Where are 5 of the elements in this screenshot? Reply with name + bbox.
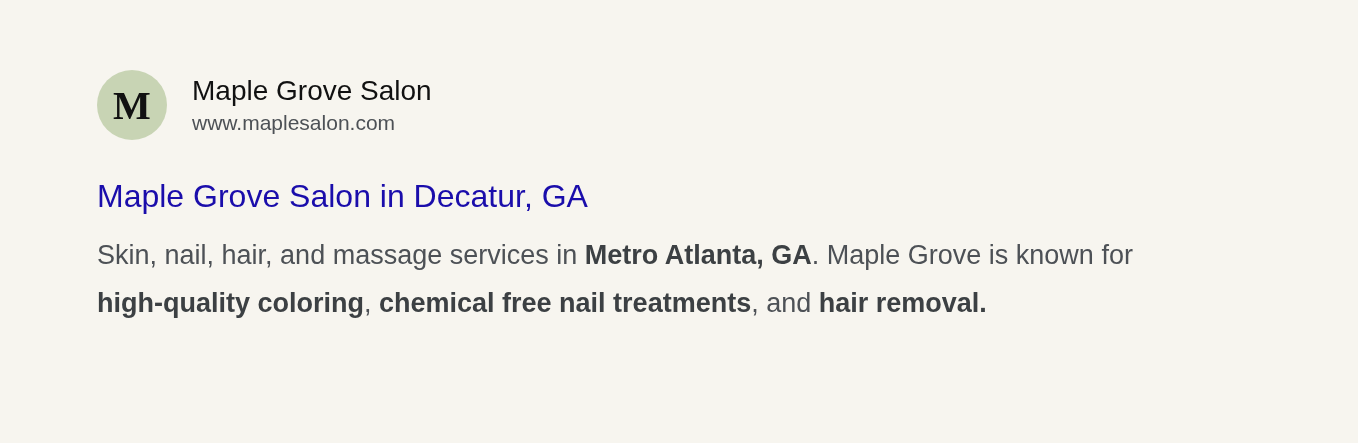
site-logo: M [97, 70, 167, 140]
site-name: Maple Grove Salon [192, 75, 432, 107]
result-snippet: Skin, nail, hair, and massage services in Metro Atlanta, GA. Maple Grove is known for high-quality coloring, chemical free nail treatments, and hair removal. [97, 239, 1134, 320]
result-title-link[interactable]: Maple Grove Salon in Decatur, GA [97, 178, 588, 215]
site-url: www.maplesalon.com [192, 111, 397, 135]
